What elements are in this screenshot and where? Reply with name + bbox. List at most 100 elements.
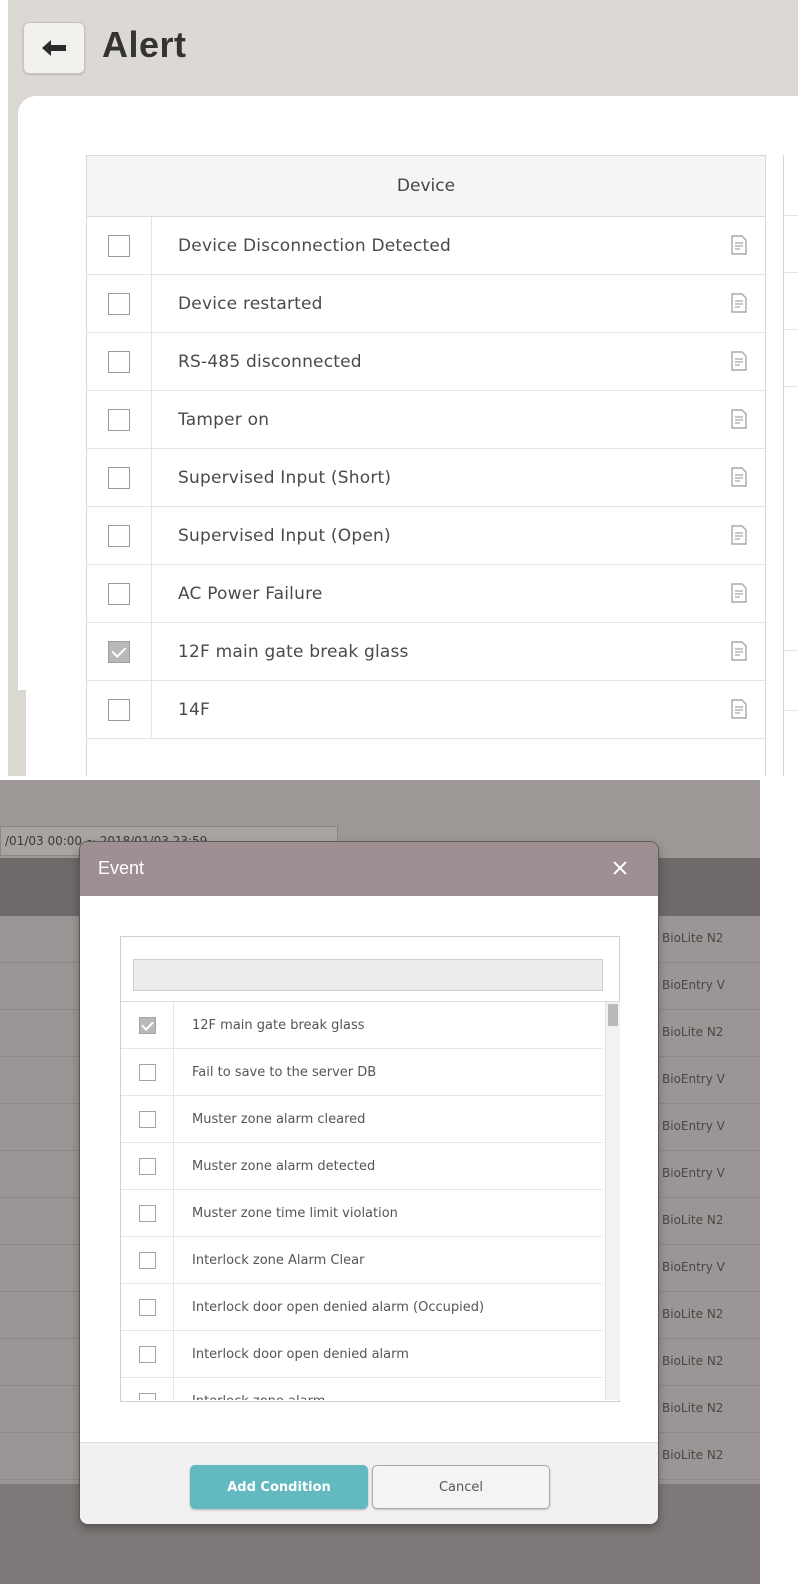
arrow-left-icon <box>42 40 66 56</box>
scrollbar-thumb[interactable] <box>608 1004 618 1026</box>
event-checkbox[interactable] <box>138 1298 156 1316</box>
device-name-cell: BioLite N2 <box>662 1307 724 1321</box>
modal-title: Event <box>98 858 145 878</box>
row-checkbox[interactable] <box>108 698 130 721</box>
event-selection-screen: /01/03 00:00 ~ 2018/01/03 23:59 BioLite … <box>0 780 760 1584</box>
checkbox-cell[interactable] <box>87 391 152 448</box>
document-icon[interactable] <box>731 525 747 545</box>
row-checkbox[interactable] <box>108 582 130 605</box>
device-name-cell: BioLite N2 <box>662 1213 724 1227</box>
device-name-cell: BioEntry V <box>662 1119 725 1133</box>
table-row[interactable]: Device restarted <box>87 275 765 333</box>
row-label: 14F <box>178 699 211 720</box>
row-checkbox[interactable] <box>108 234 130 257</box>
device-table-header: Device <box>87 156 765 217</box>
checkbox-cell[interactable] <box>87 275 152 332</box>
checkbox-cell[interactable] <box>121 1096 174 1142</box>
row-label: AC Power Failure <box>178 583 323 604</box>
table-row[interactable]: AC Power Failure <box>87 565 765 623</box>
row-label: Device restarted <box>178 293 323 314</box>
list-item[interactable]: Interlock zone alarm <box>121 1378 603 1400</box>
table-row[interactable]: RS-485 disconnected <box>87 333 765 391</box>
list-item[interactable]: Interlock door open denied alarm (Occupi… <box>121 1284 603 1331</box>
add-condition-button[interactable]: Add Condition <box>190 1465 368 1509</box>
checkbox-cell[interactable] <box>121 1284 174 1330</box>
table-row[interactable]: 12F main gate break glass <box>87 623 765 681</box>
checkbox-cell[interactable] <box>87 333 152 390</box>
close-icon[interactable] <box>612 860 628 876</box>
row-label: Supervised Input (Open) <box>178 525 391 546</box>
event-list-box: 12F main gate break glass Fail to save to… <box>120 936 620 1402</box>
document-icon[interactable] <box>731 641 747 661</box>
list-item[interactable]: Muster zone time limit violation <box>121 1190 603 1237</box>
event-checkbox[interactable] <box>138 1016 156 1034</box>
modal-header: Event <box>80 842 658 896</box>
event-checkbox[interactable] <box>138 1110 156 1128</box>
row-checkbox[interactable] <box>108 640 130 663</box>
table-row[interactable]: 14F <box>87 681 765 739</box>
event-label: Fail to save to the server DB <box>192 1064 377 1080</box>
list-item[interactable]: Muster zone alarm cleared <box>121 1096 603 1143</box>
device-name-cell: BioLite N2 <box>662 1448 724 1462</box>
row-label: Supervised Input (Short) <box>178 467 392 488</box>
table-row[interactable]: Device Disconnection Detected <box>87 217 765 275</box>
document-icon[interactable] <box>731 293 747 313</box>
row-checkbox[interactable] <box>108 466 130 489</box>
checkbox-cell[interactable] <box>121 1002 174 1048</box>
checkbox-cell[interactable] <box>121 1143 174 1189</box>
device-name-cell: BioLite N2 <box>662 1354 724 1368</box>
alert-page: Alert Device Device Disconnection Detect… <box>8 0 798 776</box>
document-icon[interactable] <box>731 583 747 603</box>
left-gutter <box>8 690 26 776</box>
cancel-button[interactable]: Cancel <box>372 1465 550 1509</box>
checkbox-cell[interactable] <box>87 449 152 506</box>
document-icon[interactable] <box>731 467 747 487</box>
device-name-cell: BioEntry V <box>662 1166 725 1180</box>
checkbox-cell[interactable] <box>87 681 152 738</box>
event-checkbox[interactable] <box>138 1345 156 1363</box>
device-name-cell: BioEntry V <box>662 1072 725 1086</box>
list-item[interactable]: Muster zone alarm detected <box>121 1143 603 1190</box>
device-name-cell: BioLite N2 <box>662 1401 724 1415</box>
row-checkbox[interactable] <box>108 350 130 373</box>
back-button[interactable] <box>23 22 85 74</box>
list-item[interactable]: Interlock door open denied alarm <box>121 1331 603 1378</box>
list-item[interactable]: 12F main gate break glass <box>121 1002 603 1049</box>
event-checkbox[interactable] <box>138 1392 156 1400</box>
table-row[interactable]: Supervised Input (Short) <box>87 449 765 507</box>
checkbox-cell[interactable] <box>87 507 152 564</box>
list-item[interactable]: Fail to save to the server DB <box>121 1049 603 1096</box>
checkbox-cell[interactable] <box>87 623 152 680</box>
event-checkbox[interactable] <box>138 1063 156 1081</box>
event-checkbox[interactable] <box>138 1204 156 1222</box>
event-label: Muster zone alarm cleared <box>192 1111 366 1127</box>
device-name-cell: BioEntry V <box>662 978 725 992</box>
document-icon[interactable] <box>731 409 747 429</box>
event-label: Muster zone time limit violation <box>192 1205 398 1221</box>
checkbox-cell[interactable] <box>87 565 152 622</box>
row-label: Device Disconnection Detected <box>178 235 452 256</box>
event-checkbox[interactable] <box>138 1251 156 1269</box>
checkbox-cell[interactable] <box>121 1049 174 1095</box>
table-row[interactable]: Supervised Input (Open) <box>87 507 765 565</box>
document-icon[interactable] <box>731 699 747 719</box>
checkbox-cell[interactable] <box>121 1237 174 1283</box>
event-checkbox[interactable] <box>138 1157 156 1175</box>
checkbox-cell[interactable] <box>87 217 152 274</box>
row-label: RS-485 disconnected <box>178 351 362 372</box>
checkbox-cell[interactable] <box>121 1378 174 1400</box>
event-modal: Event 12F main gate break glass Fail to s… <box>80 842 658 1524</box>
checkbox-cell[interactable] <box>121 1190 174 1236</box>
list-item[interactable]: Interlock zone Alarm Clear <box>121 1237 603 1284</box>
row-checkbox[interactable] <box>108 408 130 431</box>
table-row[interactable]: Tamper on <box>87 391 765 449</box>
checkbox-cell[interactable] <box>121 1331 174 1377</box>
scrollbar[interactable] <box>605 1002 620 1400</box>
adjacent-table-edge <box>783 155 798 776</box>
event-label: Interlock door open denied alarm <box>192 1346 409 1362</box>
document-icon[interactable] <box>731 351 747 371</box>
row-checkbox[interactable] <box>108 524 130 547</box>
search-input[interactable] <box>133 959 603 991</box>
row-checkbox[interactable] <box>108 292 130 315</box>
document-icon[interactable] <box>731 235 747 255</box>
